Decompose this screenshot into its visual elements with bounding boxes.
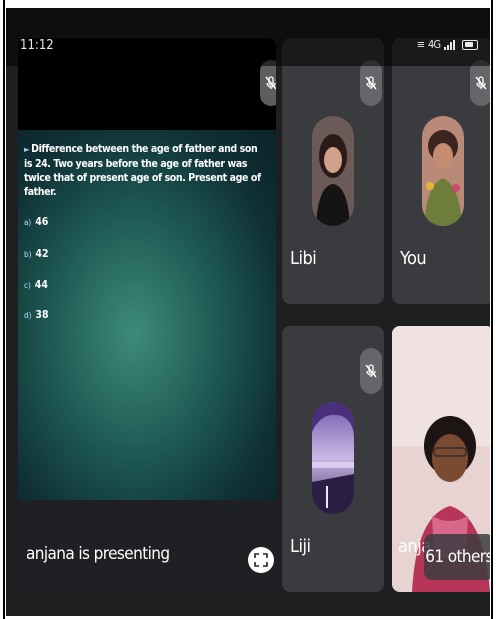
others-count-badge[interactable]: 61 others: [424, 534, 490, 580]
presentation-slide: ► Difference between the age of father an…: [18, 130, 276, 500]
vibrate-icon: ≡: [416, 38, 425, 51]
battery-icon: [462, 39, 478, 50]
avatar-liji: [312, 402, 354, 514]
fullscreen-icon: [254, 553, 268, 567]
meeting-screen: ► Difference between the age of father an…: [6, 8, 490, 616]
mic-off-indicator: [360, 348, 382, 394]
mic-off-icon: [475, 76, 487, 90]
option-letter: c): [24, 281, 31, 290]
presenter-label: anjana is presenting: [26, 544, 170, 564]
mic-off-icon: [265, 76, 276, 90]
option-value: 46: [35, 216, 49, 228]
presentation-tile[interactable]: ► Difference between the age of father an…: [18, 38, 276, 594]
participant-name: You: [400, 248, 427, 269]
cell-signal-icon: [444, 39, 455, 50]
participant-tile-liji[interactable]: Liji: [282, 326, 384, 592]
question-text: Difference between the age of father and…: [24, 143, 261, 198]
slide-question: ► Difference between the age of father an…: [24, 142, 268, 199]
bullet-arrow-icon: ►: [24, 145, 30, 154]
mic-off-icon: [365, 76, 377, 90]
option-value: 42: [35, 248, 49, 260]
avatar-libi: [312, 116, 354, 226]
option-d: d) 38: [24, 309, 49, 321]
option-letter: d): [24, 311, 32, 320]
network-type: 4G: [428, 38, 441, 51]
mic-off-indicator: [360, 60, 382, 106]
mic-off-indicator: [470, 60, 490, 106]
status-bar: 11:12 ≡ 4G: [6, 8, 490, 66]
mic-off-indicator: [260, 60, 276, 106]
option-a: a) 46: [24, 216, 48, 228]
participant-tile-libi[interactable]: Libi: [282, 38, 384, 304]
option-letter: b): [24, 250, 32, 259]
participant-name: Libi: [290, 248, 317, 269]
status-icons: ≡ 4G: [417, 38, 478, 51]
participant-tile-you[interactable]: You: [392, 38, 490, 304]
option-value: 44: [34, 279, 48, 291]
option-b: b) 42: [24, 248, 49, 260]
presentation-footer: anjana is presenting: [18, 500, 276, 594]
option-letter: a): [24, 218, 32, 227]
participant-name: Liji: [290, 536, 311, 557]
mic-off-icon: [365, 364, 377, 378]
status-time: 11:12: [20, 38, 54, 53]
fullscreen-button[interactable]: [248, 547, 274, 573]
avatar-you: [422, 116, 464, 226]
option-c: c) 44: [24, 279, 48, 291]
option-value: 38: [35, 309, 49, 321]
